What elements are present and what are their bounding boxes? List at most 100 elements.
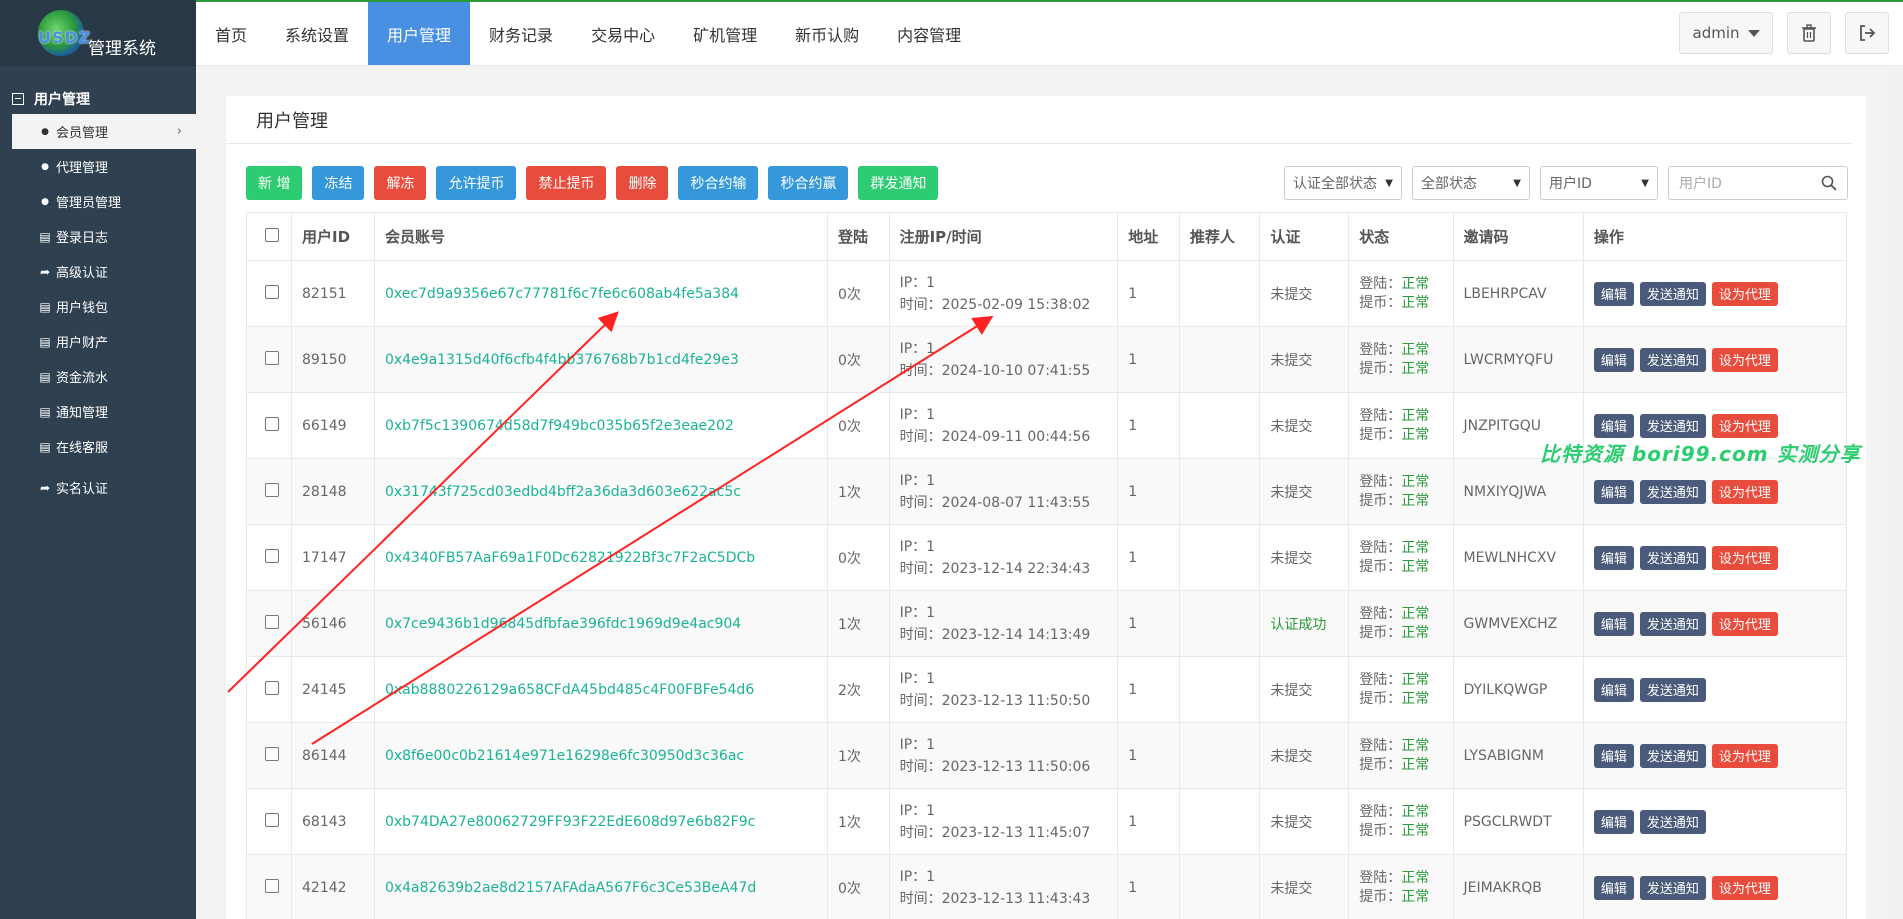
edit-button[interactable]: 编辑 — [1593, 809, 1634, 834]
set-agent-button[interactable]: 设为代理 — [1711, 611, 1778, 636]
tab-6[interactable]: 新币认购 — [776, 2, 878, 65]
set-agent-button[interactable]: 设为代理 — [1711, 281, 1778, 306]
row-checkbox[interactable] — [265, 548, 279, 563]
withdraw-status-label: 提币： — [1359, 690, 1402, 707]
send-notice-button[interactable]: 发送通知 — [1639, 413, 1706, 438]
auth-status-select[interactable]: 认证全部状态 ▼ — [1284, 166, 1402, 200]
row-checkbox[interactable] — [265, 746, 279, 761]
clear-cache-button[interactable] — [1787, 12, 1831, 54]
sidebar-item-label: 用户财产 — [56, 336, 109, 351]
login-status-label: 登陆： — [1359, 275, 1402, 292]
set-agent-button[interactable]: 设为代理 — [1711, 413, 1778, 438]
row-checkbox[interactable] — [265, 350, 279, 365]
page-scrollbar[interactable] — [1889, 66, 1903, 919]
member-account-link[interactable]: 0x4e9a1315d40f6cfb4f4bb376768b7b1cd4fe29… — [385, 352, 739, 368]
toolbar-button-5[interactable]: 删除 — [616, 166, 669, 200]
row-checkbox[interactable] — [265, 680, 279, 695]
toolbar-button-1[interactable]: 冻结 — [312, 166, 365, 200]
send-notice-button[interactable]: 发送通知 — [1639, 809, 1706, 834]
register-time: 2024-08-07 11:43:55 — [941, 494, 1091, 511]
edit-button[interactable]: 编辑 — [1593, 545, 1634, 570]
toolbar-button-0[interactable]: 新 增 — [246, 166, 303, 200]
sidebar-item-label: 会员管理 — [56, 126, 109, 141]
tab-0[interactable]: 首页 — [196, 2, 266, 65]
set-agent-button[interactable]: 设为代理 — [1711, 875, 1778, 900]
logout-button[interactable] — [1845, 12, 1889, 54]
edit-button[interactable]: 编辑 — [1593, 347, 1634, 372]
send-notice-button[interactable]: 发送通知 — [1639, 479, 1706, 504]
sidebar-item-7[interactable]: ▤ 资金流水 — [0, 359, 196, 394]
tab-3[interactable]: 财务记录 — [470, 2, 572, 65]
user-id: 28148 — [302, 483, 347, 500]
toolbar-button-6[interactable]: 秒合约输 — [678, 166, 759, 200]
row-checkbox[interactable] — [265, 812, 279, 827]
edit-button[interactable]: 编辑 — [1593, 677, 1634, 702]
send-notice-button[interactable]: 发送通知 — [1639, 677, 1706, 702]
sidebar-item-10[interactable]: ➦ 实名认证 — [0, 470, 196, 505]
set-agent-button[interactable]: 设为代理 — [1711, 545, 1778, 570]
member-account-link[interactable]: 0x8f6e00c0b21614e971e16298e6fc30950d3c36… — [385, 748, 744, 764]
row-checkbox[interactable] — [265, 614, 279, 629]
sidebar-item-5[interactable]: ▤ 用户钱包 — [0, 289, 196, 324]
sidebar-item-8[interactable]: ▤ 通知管理 — [0, 394, 196, 429]
row-checkbox[interactable] — [265, 416, 279, 431]
user-dropdown[interactable]: admin — [1679, 12, 1773, 54]
logo[interactable]: USDZ 管理系统 — [0, 0, 196, 66]
edit-button[interactable]: 编辑 — [1593, 479, 1634, 504]
send-notice-button[interactable]: 发送通知 — [1639, 545, 1706, 570]
register-time: 2023-12-14 22:34:43 — [941, 560, 1091, 577]
toolbar-button-2[interactable]: 解冻 — [374, 166, 427, 200]
status-select[interactable]: 全部状态 ▼ — [1412, 166, 1530, 200]
member-account-link[interactable]: 0xab8880226129a658CFdA45bd485c4F00FBFe54… — [385, 682, 754, 698]
edit-button[interactable]: 编辑 — [1593, 281, 1634, 306]
member-account-link[interactable]: 0x4a82639b2ae8d2157AFAdaA567F6c3Ce53BeA4… — [385, 880, 756, 896]
field-select[interactable]: 用户ID ▼ — [1540, 166, 1658, 200]
member-account-link[interactable]: 0xec7d9a9356e67c77781f6c7fe6c608ab4fe5a3… — [385, 286, 739, 302]
set-agent-button[interactable]: 设为代理 — [1711, 347, 1778, 372]
send-notice-button[interactable]: 发送通知 — [1639, 743, 1706, 768]
sidebar-section-user-management[interactable]: 用户管理 — [0, 84, 196, 114]
edit-button[interactable]: 编辑 — [1593, 611, 1634, 636]
tab-4[interactable]: 交易中心 — [572, 2, 674, 65]
edit-button[interactable]: 编辑 — [1593, 413, 1634, 438]
send-notice-button[interactable]: 发送通知 — [1639, 347, 1706, 372]
member-account-link[interactable]: 0x31743f725cd03edbd4bff2a36da3d603e622ac… — [385, 484, 741, 500]
member-account-link[interactable]: 0xb74DA27e80062729FF93F22EdE608d97e6b82F… — [385, 814, 755, 830]
send-notice-button[interactable]: 发送通知 — [1639, 611, 1706, 636]
tab-5[interactable]: 矿机管理 — [674, 2, 776, 65]
column-header: 认证 — [1259, 212, 1350, 261]
sidebar-item-9[interactable]: ▤ 在线客服 — [0, 429, 196, 464]
row-checkbox[interactable] — [265, 878, 279, 893]
member-account-link[interactable]: 0x7ce9436b1d96845dfbfae396fdc1969d9e4ac9… — [385, 616, 741, 632]
ip-label: IP： — [899, 538, 927, 555]
sidebar-item-3[interactable]: ▤ 登录日志 — [0, 219, 196, 254]
toolbar-button-3[interactable]: 允许提币 — [436, 166, 517, 200]
login-count: 1次 — [837, 484, 861, 501]
tab-2[interactable]: 用户管理 — [368, 2, 471, 65]
toolbar-button-7[interactable]: 秒合约赢 — [768, 166, 849, 200]
sidebar-item-1[interactable]: ● 代理管理 — [0, 149, 196, 184]
set-agent-button[interactable]: 设为代理 — [1711, 479, 1778, 504]
edit-button[interactable]: 编辑 — [1593, 743, 1634, 768]
send-notice-button[interactable]: 发送通知 — [1639, 875, 1706, 900]
sidebar-item-6[interactable]: ▤ 用户财产 — [0, 324, 196, 359]
row-checkbox[interactable] — [265, 284, 279, 299]
sidebar-item-4[interactable]: ➦ 高级认证 — [0, 254, 196, 289]
send-notice-button[interactable]: 发送通知 — [1639, 281, 1706, 306]
tab-1[interactable]: 系统设置 — [266, 2, 368, 65]
login-count: 0次 — [837, 352, 861, 369]
edit-button[interactable]: 编辑 — [1593, 875, 1634, 900]
toolbar-button-8[interactable]: 群发通知 — [858, 166, 939, 200]
row-checkbox[interactable] — [265, 482, 279, 497]
toolbar-button-4[interactable]: 禁止提币 — [526, 166, 607, 200]
invite-code: JEIMAKRQB — [1463, 879, 1542, 896]
member-account-link[interactable]: 0xb7f5c1390674d58d7f949bc035b65f2e3eae20… — [385, 418, 734, 434]
select-all-checkbox[interactable] — [265, 227, 279, 242]
withdraw-status: 正常 — [1401, 492, 1430, 509]
set-agent-button[interactable]: 设为代理 — [1711, 743, 1778, 768]
search-input[interactable]: 用户ID — [1668, 166, 1848, 200]
sidebar-item-2[interactable]: ● 管理员管理 — [0, 184, 196, 219]
tab-7[interactable]: 内容管理 — [878, 2, 980, 65]
member-account-link[interactable]: 0x4340FB57AaF69a1F0Dc62821922Bf3c7F2aC5D… — [385, 550, 755, 566]
sidebar-item-0[interactable]: ● 会员管理 › — [12, 114, 196, 149]
